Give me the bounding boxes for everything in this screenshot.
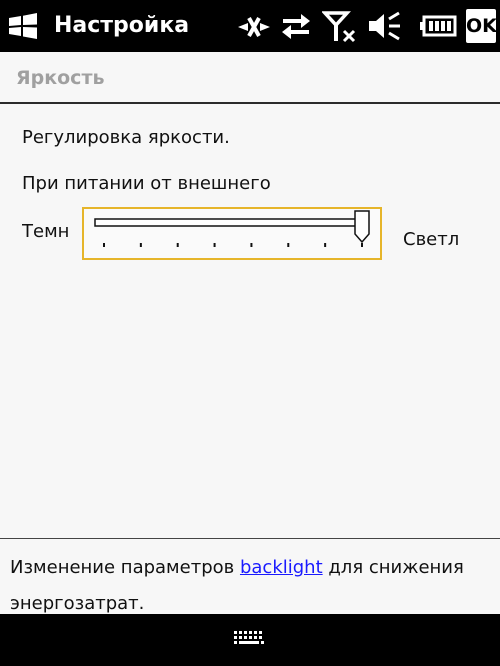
footer-divider bbox=[0, 538, 500, 539]
ok-button[interactable]: OK bbox=[466, 9, 497, 43]
title-bar: Настройка OK bbox=[0, 0, 500, 52]
slider-tick bbox=[176, 243, 179, 247]
slider-tick bbox=[287, 243, 290, 247]
backlight-link[interactable]: backlight bbox=[240, 557, 323, 578]
slider-tick bbox=[324, 243, 327, 247]
slider-ticks bbox=[103, 243, 363, 247]
window-title: Настройка bbox=[54, 13, 190, 38]
slider-tick bbox=[250, 243, 253, 247]
volume-muted-icon[interactable] bbox=[366, 9, 402, 43]
slider-tick bbox=[139, 243, 142, 247]
softkey-bar bbox=[0, 614, 500, 666]
slider-thumb bbox=[354, 210, 370, 244]
slider-track bbox=[94, 218, 362, 227]
hint-text-before: Изменение параметров bbox=[10, 557, 240, 578]
section-title: Яркость bbox=[16, 67, 105, 89]
no-signal-icon[interactable] bbox=[321, 9, 358, 43]
page-heading: Регулировка яркости. bbox=[22, 127, 230, 148]
data-disconnected-icon[interactable] bbox=[236, 9, 272, 43]
keyboard-icon[interactable] bbox=[231, 626, 267, 650]
slider-tick bbox=[103, 243, 105, 247]
slider-max-label: Светл bbox=[403, 229, 460, 250]
slider-tick bbox=[361, 243, 363, 247]
brightness-slider[interactable] bbox=[82, 207, 382, 260]
power-source-label: При питании от внешнего bbox=[22, 173, 271, 194]
windows-start-icon[interactable] bbox=[6, 11, 40, 41]
slider-tick bbox=[213, 243, 216, 247]
slider-min-label: Темн bbox=[22, 221, 68, 242]
slider-track-graphic[interactable] bbox=[84, 209, 380, 258]
sync-arrows-icon[interactable] bbox=[279, 9, 313, 43]
battery-icon[interactable] bbox=[419, 9, 459, 43]
help-hint: Изменение параметров backlight для сниже… bbox=[10, 550, 494, 622]
section-divider bbox=[0, 102, 500, 104]
